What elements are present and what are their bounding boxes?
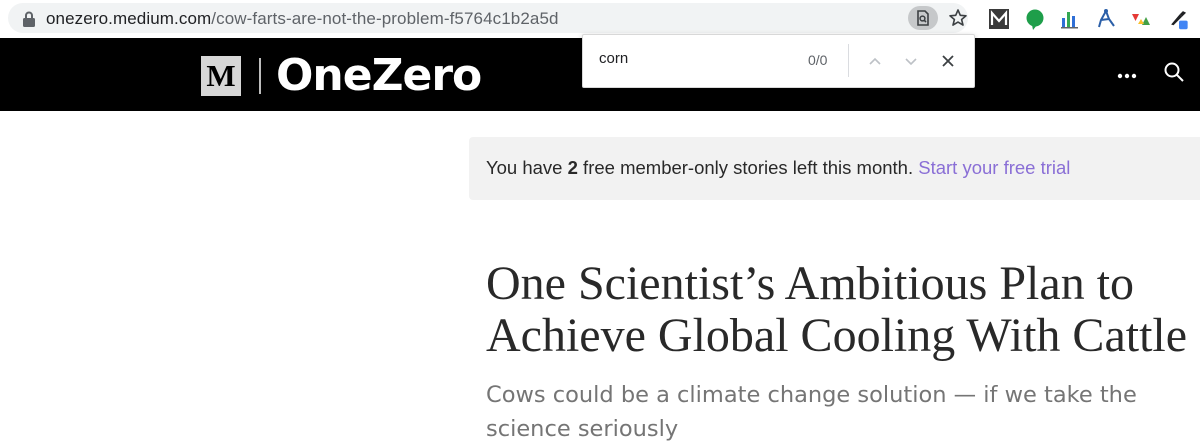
article-title-line-2: Achieve Global Cooling With Cattle <box>486 309 1188 362</box>
find-in-page-icon <box>917 10 929 26</box>
find-match-count: 0/0 <box>808 52 828 68</box>
next-match-icon[interactable] <box>901 51 921 71</box>
close-icon[interactable] <box>938 51 958 71</box>
publication-logo[interactable]: OneZero <box>276 50 482 101</box>
triangles-extension-icon[interactable] <box>1130 8 1152 30</box>
free-trial-link[interactable]: Start your free trial <box>918 157 1070 178</box>
article-subtitle: Cows could be a climate change solution … <box>486 382 1137 442</box>
find-in-page-button[interactable] <box>908 6 938 30</box>
banner-text-after: free member-only stories left this month… <box>577 157 919 178</box>
search-icon[interactable] <box>1163 61 1185 85</box>
url-text[interactable]: onezero.medium.com/cow-farts-are-not-the… <box>46 9 559 29</box>
find-bar: 0/0 <box>582 34 975 88</box>
browser-toolbar: onezero.medium.com/cow-farts-are-not-the… <box>0 0 1200 38</box>
banner-text: You have 2 free member-only stories left… <box>486 157 1070 179</box>
free-stories-count: 2 <box>567 157 578 178</box>
address-bar[interactable]: onezero.medium.com/cow-farts-are-not-the… <box>8 3 968 33</box>
banner-text-before: You have <box>486 157 568 178</box>
article-title-line-1: One Scientist’s Ambitious Plan to <box>486 257 1135 310</box>
network-extension-icon[interactable] <box>1095 8 1117 30</box>
article-title: One Scientist’s Ambitious Plan to Achieve… <box>486 258 1200 362</box>
more-options-icon[interactable] <box>1117 66 1137 86</box>
medium-logo[interactable]: M <box>201 56 241 96</box>
url-domain: onezero.medium.com <box>46 9 212 28</box>
lock-icon <box>23 11 35 27</box>
green-chat-extension-icon[interactable] <box>1024 8 1046 30</box>
medium-extension-icon[interactable] <box>988 8 1010 30</box>
member-stories-banner: You have 2 free member-only stories left… <box>469 137 1200 200</box>
bookmark-star-icon[interactable] <box>948 8 968 28</box>
find-divider <box>848 44 849 77</box>
eyedropper-extension-icon[interactable] <box>1168 8 1190 30</box>
find-input[interactable] <box>599 50 799 67</box>
url-path: /cow-farts-are-not-the-problem-f5764c1b2… <box>211 9 559 28</box>
logo-divider <box>259 58 261 94</box>
bar-chart-extension-icon[interactable] <box>1059 8 1081 30</box>
previous-match-icon[interactable] <box>865 51 885 71</box>
